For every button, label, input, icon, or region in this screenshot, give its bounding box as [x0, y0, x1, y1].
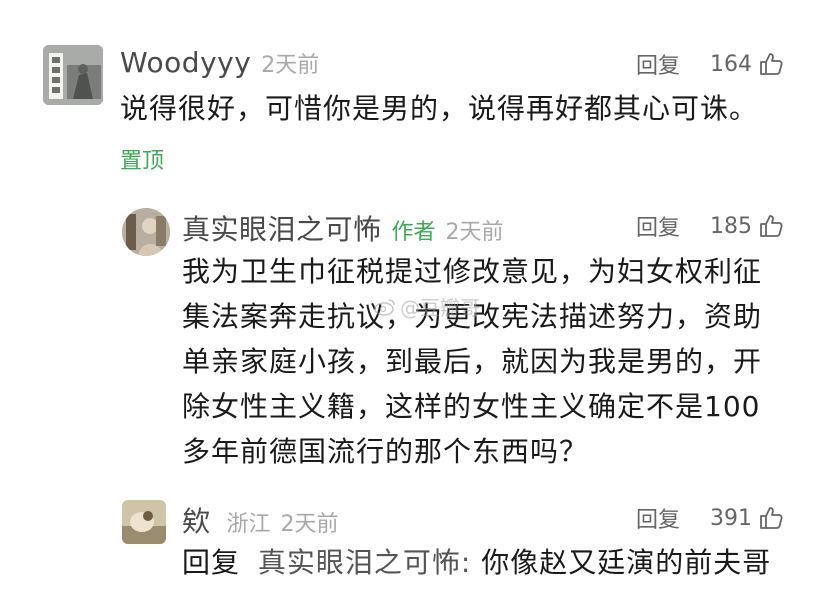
thumbs-up-icon[interactable] [758, 505, 784, 531]
username[interactable]: 欸 [182, 500, 211, 540]
reply-prefix: 回复 [182, 546, 241, 579]
comment-3: 欸 浙江 2天前 回复 391 回复 真实眼泪之可怖: 你像赵又廷演的前夫哥 [0, 0, 828, 614]
location: 浙江 [226, 512, 271, 537]
reply-target-user[interactable]: 真实眼泪之可怖: [258, 546, 471, 579]
avatar[interactable] [122, 500, 166, 544]
reply-button[interactable]: 回复 [636, 502, 680, 534]
comment-actions: 回复 391 [636, 500, 784, 536]
comment-header: 欸 浙江 2天前 [182, 500, 339, 538]
avatar-image [122, 500, 166, 544]
timestamp: 2天前 [280, 512, 339, 537]
like-count: 391 [710, 505, 752, 531]
comment-text: 回复 真实眼泪之可怖: 你像赵又廷演的前夫哥 [182, 540, 771, 585]
reply-text: 你像赵又廷演的前夫哥 [481, 546, 772, 579]
